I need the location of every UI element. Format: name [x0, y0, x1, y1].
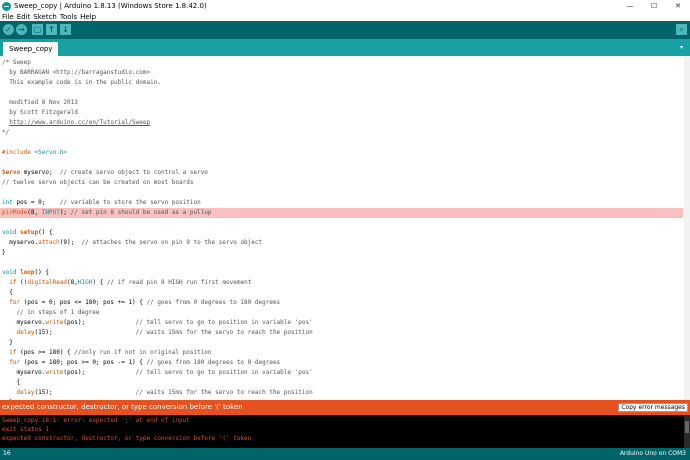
- arrow-up-icon: ↑: [48, 24, 55, 34]
- code-line: for (pos = 0; pos <= 180; pos += 1) { //…: [9, 299, 281, 306]
- footer-bar: 16 Arduino Uno on COM3: [0, 448, 690, 460]
- menu-bar: File Edit Sketch Tools Help: [0, 12, 690, 21]
- code-line: void setup() {: [2, 229, 53, 236]
- console-line: exit status 1: [2, 426, 49, 433]
- code-line: }: [2, 339, 13, 346]
- code-line: for (pos = 180; pos >= 0; pos -= 1) { //…: [9, 359, 281, 366]
- console-line: expected constructor, destructor, or typ…: [2, 435, 252, 442]
- code-line: http://www.arduino.cc/en/Tutorial/Sweep: [9, 119, 151, 126]
- code-line: by Scott Fitzgerald: [2, 109, 78, 116]
- maximize-button[interactable]: ☐: [642, 0, 666, 12]
- menu-tools[interactable]: Tools: [60, 13, 77, 21]
- close-button[interactable]: ✕: [666, 0, 690, 12]
- code-line-error: pinMode(8, INPUT); // set pin 8 should b…: [0, 208, 683, 218]
- chevron-down-icon: ▾: [679, 44, 683, 51]
- code-line: }: [2, 249, 6, 256]
- new-file-icon: ▢: [33, 24, 42, 34]
- code-line: Servo myservo; // create servo object to…: [2, 169, 208, 176]
- code-line: This example code is in the public domai…: [2, 79, 161, 86]
- console-scroll-thumb[interactable]: [685, 421, 689, 433]
- code-line: if (!digitalRead(8,HIGH) { // if read pi…: [9, 279, 252, 286]
- arduino-logo-icon: [2, 1, 11, 11]
- magnifier-icon: ⌕: [679, 24, 684, 34]
- code-line: {: [2, 379, 21, 386]
- upload-button[interactable]: →: [16, 24, 27, 35]
- code-line: delay(15); // waits 15ms for the servo t…: [16, 329, 313, 336]
- minimize-button[interactable]: —: [618, 0, 642, 12]
- code-line: #include <Servo.h>: [2, 149, 68, 156]
- tab-menu-button[interactable]: ▾: [677, 43, 686, 52]
- code-line: by BARRAGAN <http://barraganstudio.com>: [2, 69, 151, 76]
- verify-button[interactable]: ✓: [3, 24, 14, 35]
- open-sketch-button[interactable]: ↑: [46, 24, 57, 35]
- code-line: // twelve servo objects can be created o…: [2, 179, 194, 186]
- arrow-down-icon: ↓: [62, 24, 69, 34]
- error-message: expected constructor, destructor, or typ…: [2, 403, 243, 411]
- toolbar: ✓ → ▢ ↑ ↓ ⌕: [0, 21, 690, 39]
- code-line: myservo.write(pos); // tell servo to go …: [2, 369, 313, 376]
- code-line: void loop() {: [2, 269, 49, 276]
- tab-sweep-copy[interactable]: Sweep_copy: [3, 42, 59, 56]
- code-line: /* Sweep: [2, 59, 31, 66]
- menu-help[interactable]: Help: [80, 13, 96, 21]
- code-line: modified 8 Nov 2013: [2, 99, 78, 106]
- console-output[interactable]: Sweep_copy:18:1: error: expected ';' at …: [0, 415, 690, 448]
- window-controls: — ☐ ✕: [618, 0, 690, 12]
- board-port-label: Arduino Uno on COM3: [619, 450, 686, 457]
- arrow-right-icon: →: [18, 24, 25, 34]
- code-line: {: [2, 289, 13, 296]
- error-status-bar: expected constructor, destructor, or typ…: [0, 400, 690, 415]
- copy-error-messages-button[interactable]: Copy error messages: [618, 403, 688, 412]
- console-line: Sweep_copy:18:1: error: expected ';' at …: [2, 417, 190, 424]
- code-line: int pos = 0; // variable to store the se…: [2, 199, 201, 206]
- code-line: if (pos >= 180) { //only run if not in o…: [9, 349, 212, 356]
- code-line: */: [2, 129, 10, 136]
- check-icon: ✓: [5, 24, 12, 34]
- title-bar: Sweep_copy | Arduino 1.8.13 (Windows Sto…: [0, 0, 690, 12]
- code-line: myservo.attach(9); // attaches the servo…: [2, 239, 263, 246]
- new-sketch-button[interactable]: ▢: [32, 24, 43, 35]
- cursor-line-number: 16: [3, 450, 11, 457]
- save-sketch-button[interactable]: ↓: [60, 24, 71, 35]
- serial-monitor-button[interactable]: ⌕: [676, 24, 687, 35]
- code-line: delay(15); // waits 15ms for the servo t…: [16, 389, 313, 396]
- code-editor[interactable]: /* Sweep by BARRAGAN <http://barraganstu…: [0, 56, 690, 400]
- code-line: myservo.write(pos); // tell servo to go …: [2, 319, 313, 326]
- window-title: Sweep_copy | Arduino 1.8.13 (Windows Sto…: [14, 2, 207, 10]
- code-line: // in steps of 1 degree: [16, 309, 100, 316]
- console-scrollbar[interactable]: [684, 415, 690, 448]
- menu-edit[interactable]: Edit: [17, 13, 31, 21]
- menu-file[interactable]: File: [2, 13, 14, 21]
- menu-sketch[interactable]: Sketch: [33, 13, 57, 21]
- tab-bar: Sweep_copy ▾: [0, 39, 690, 56]
